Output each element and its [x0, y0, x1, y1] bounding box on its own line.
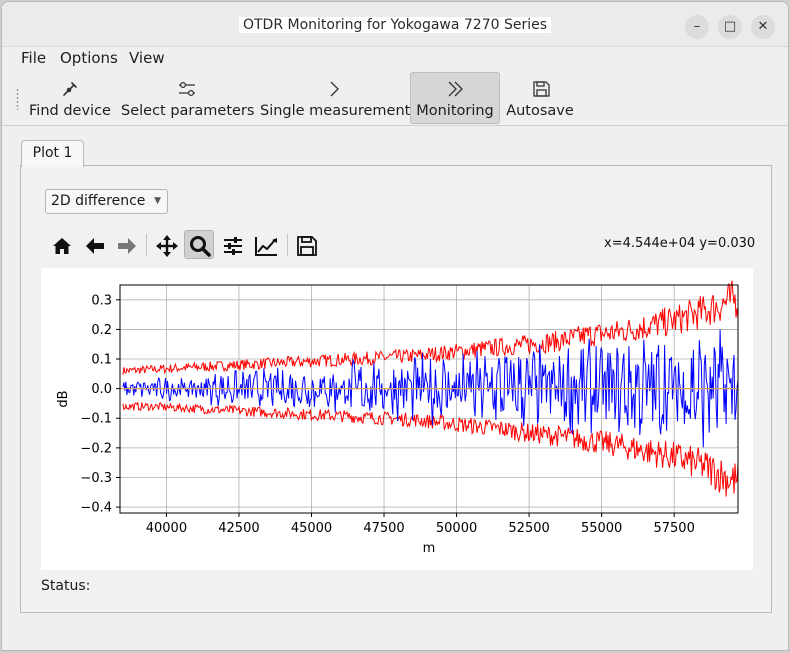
x-tick-label: 40000: [146, 521, 187, 536]
forward-button[interactable]: [111, 230, 141, 259]
maximize-icon: □: [723, 19, 737, 34]
configure-subplots-icon: [224, 237, 242, 255]
y-tick-label: −0.3: [80, 471, 112, 486]
save-figure-button[interactable]: [291, 230, 321, 259]
y-axis-label: dB: [56, 390, 71, 407]
y-tick-label: −0.1: [80, 412, 112, 427]
minimize-icon: –: [693, 19, 701, 34]
toolbar-separator: [146, 234, 147, 256]
x-tick-label: 57500: [653, 521, 694, 536]
menu-options[interactable]: Options: [60, 49, 118, 67]
configure-subplots-button[interactable]: [217, 230, 247, 259]
home-button[interactable]: [46, 230, 76, 259]
pan-icon: [156, 235, 178, 257]
save-figure-icon: [297, 236, 317, 256]
x-tick-label: 47500: [363, 521, 404, 536]
x-axis-label: m: [423, 541, 436, 556]
menu-view[interactable]: View: [129, 49, 165, 67]
forward-icon: [118, 238, 136, 254]
edit-axis-button[interactable]: [250, 230, 280, 259]
cursor-coordinates: x=4.544e+04 y=0.030: [604, 236, 756, 251]
menu-bar: File Options View: [2, 47, 788, 69]
title-bar[interactable]: OTDR Monitoring for Yokogawa 7270 Series…: [2, 2, 788, 47]
select-parameters-button[interactable]: Select parameters: [120, 72, 255, 124]
y-tick-label: −0.2: [80, 441, 112, 456]
minimize-button[interactable]: –: [685, 15, 709, 39]
series-line-1: [122, 401, 739, 497]
difference-chart[interactable]: 40000 42500 45000 47500 50000 52500 55000 57500…: [41, 268, 753, 570]
double-chevron-right-icon: [411, 79, 499, 99]
status-label: Status:: [41, 578, 91, 594]
floppy-disk-icon: [506, 79, 574, 99]
plot-mode-value: 2D difference: [51, 193, 146, 209]
plot-canvas[interactable]: 40000 42500 45000 47500 50000 52500 55000 57500…: [41, 268, 753, 570]
y-tick-label: 0.0: [91, 382, 112, 397]
toolbar-grip-handle[interactable]: [16, 88, 19, 110]
monitoring-button[interactable]: Monitoring: [410, 72, 500, 124]
zoom-icon: [190, 236, 211, 257]
y-tick-label: 0.3: [91, 293, 112, 308]
window-title: OTDR Monitoring for Yokogawa 7270 Series: [2, 17, 788, 33]
edit-axis-icon: [255, 237, 277, 256]
y-tick-label: −0.4: [80, 501, 112, 516]
plug-icon: [29, 79, 111, 99]
maximize-button[interactable]: □: [718, 15, 742, 39]
x-tick-label: 42500: [218, 521, 259, 536]
single-measurement-button[interactable]: Single measurement: [259, 72, 411, 124]
autosave-button[interactable]: Autosave: [505, 72, 575, 124]
chevron-right-icon: [260, 79, 406, 99]
main-window: OTDR Monitoring for Yokogawa 7270 Series…: [1, 1, 789, 651]
tab-plot-1[interactable]: Plot 1: [21, 140, 84, 167]
x-tick-label: 50000: [436, 521, 477, 536]
monitoring-label: Monitoring: [416, 103, 494, 119]
sliders-icon: [121, 79, 251, 99]
x-tick-label: 45000: [291, 521, 332, 536]
x-tick-label: 52500: [508, 521, 549, 536]
find-device-button[interactable]: Find device: [28, 72, 112, 124]
main-toolbar: Find device Select parameters Single mea…: [2, 70, 788, 126]
chevron-down-icon: ▼: [154, 196, 161, 206]
plot-mode-select[interactable]: 2D difference ▼: [45, 189, 168, 214]
back-icon: [86, 238, 104, 254]
close-button[interactable]: ✕: [751, 15, 775, 39]
y-tick-label: 0.2: [91, 323, 112, 338]
find-device-label: Find device: [29, 103, 111, 119]
autosave-label: Autosave: [506, 103, 574, 119]
toolbar-separator: [287, 234, 288, 256]
home-icon: [53, 238, 71, 254]
back-button[interactable]: [79, 230, 109, 259]
x-tick-label: 55000: [581, 521, 622, 536]
select-parameters-label: Select parameters: [121, 103, 255, 119]
single-measurement-label: Single measurement: [260, 103, 411, 119]
close-icon: ✕: [757, 19, 769, 34]
menu-file[interactable]: File: [21, 49, 46, 67]
zoom-button[interactable]: [184, 230, 214, 259]
y-tick-label: 0.1: [91, 353, 112, 368]
pan-button[interactable]: [151, 230, 181, 259]
